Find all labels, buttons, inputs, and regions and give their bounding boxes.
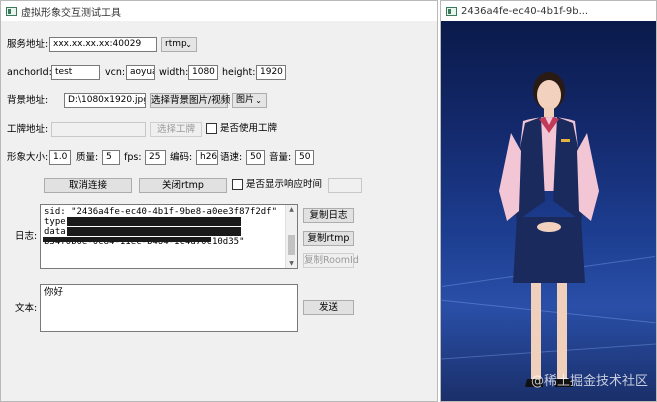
server-address-input[interactable]: xxx.xx.xx.xx:40029	[49, 37, 157, 52]
text-label: 文本:	[15, 303, 38, 314]
redaction-block	[43, 237, 211, 242]
window-title: 虚拟形象交互测试工具	[21, 7, 121, 19]
use-badge-label: 是否使用工牌	[220, 123, 278, 134]
video-window: 2436a4fe-ec40-4b1f-9b... @稀土掘金技术社区	[440, 0, 657, 402]
main-titlebar: 虚拟形象交互测试工具	[1, 1, 437, 21]
fps-input[interactable]: 25	[145, 150, 166, 165]
close-rtmp-button[interactable]: 关闭rtmp	[139, 178, 227, 193]
scroll-down-icon[interactable]: ▼	[286, 259, 297, 268]
redaction-block	[67, 217, 241, 226]
main-window: 虚拟形象交互测试工具 服务地址: xxx.xx.xx.xx:40029 rtmp…	[0, 0, 438, 402]
text-input[interactable]: 你好	[40, 284, 298, 332]
copy-log-button[interactable]: 复制日志	[303, 208, 354, 223]
log-line: sid: "2436a4fe-ec40-4b1f-9be8-a0ee3f87f2…	[44, 207, 277, 217]
background-label: 背景地址:	[7, 95, 49, 106]
speed-label: 语速:	[220, 152, 243, 163]
watermark: @稀土掘金技术社区	[530, 374, 648, 389]
copy-roomid-button[interactable]: 复制RoomId	[303, 253, 359, 268]
quality-label: 质量:	[76, 152, 99, 163]
vcn-input[interactable]: aoyuan	[126, 65, 155, 80]
avatar-size-input[interactable]: 1.0	[49, 150, 71, 165]
show-response-time-label: 是否显示响应时间	[246, 179, 323, 190]
background-type-select[interactable]: 图片 ⌄	[232, 93, 267, 108]
protocol-select[interactable]: rtmp ⌄	[161, 37, 197, 52]
scroll-up-icon[interactable]: ▲	[286, 205, 297, 214]
volume-input[interactable]: 50	[295, 150, 314, 165]
fps-label: fps:	[124, 152, 142, 163]
background-type-value: 图片	[236, 95, 255, 105]
width-input[interactable]: 1080	[188, 65, 218, 80]
width-label: width:	[159, 67, 189, 78]
anchor-id-input[interactable]: test	[51, 65, 100, 80]
send-button[interactable]: 发送	[303, 300, 354, 315]
log-scrollbar[interactable]: ▲ ▼	[285, 205, 297, 268]
chevron-down-icon: ⌄	[255, 96, 262, 105]
app-icon	[6, 6, 17, 16]
app-icon	[446, 6, 457, 16]
protocol-value: rtmp	[165, 39, 187, 49]
choose-background-button[interactable]: 选择背景图片/视频	[150, 93, 230, 108]
avatar-figure	[499, 72, 599, 387]
quality-input[interactable]: 5	[102, 150, 120, 165]
height-input[interactable]: 1920	[256, 65, 286, 80]
copy-rtmp-button[interactable]: 复制rtmp	[303, 231, 354, 246]
badge-path-input[interactable]	[51, 122, 146, 137]
server-label: 服务地址:	[7, 39, 49, 50]
background-path-input[interactable]: D:\1080x1920.jpg	[64, 93, 146, 108]
redaction-block	[67, 227, 241, 236]
badge-label: 工牌地址:	[7, 124, 49, 135]
anchor-label: anchorId:	[7, 67, 52, 78]
response-time-display	[328, 178, 362, 193]
log-scrollbar-thumb[interactable]	[288, 235, 295, 255]
video-titlebar: 2436a4fe-ec40-4b1f-9b...	[441, 1, 656, 21]
height-label: height:	[222, 67, 256, 78]
log-label: 日志:	[15, 231, 38, 242]
codec-label: 编码:	[170, 152, 193, 163]
show-response-time-checkbox[interactable]	[232, 179, 243, 190]
use-badge-checkbox[interactable]	[206, 123, 217, 134]
vcn-label: vcn:	[105, 67, 126, 78]
chevron-down-icon: ⌄	[185, 40, 192, 49]
avatar-size-label: 形象大小:	[7, 152, 49, 163]
choose-badge-button[interactable]: 选择工牌	[150, 122, 202, 137]
volume-label: 音量:	[269, 152, 292, 163]
codec-input[interactable]: h264	[196, 150, 218, 165]
speed-input[interactable]: 50	[246, 150, 265, 165]
cancel-connect-button[interactable]: 取消连接	[44, 178, 132, 193]
avatar-video: @稀土掘金技术社区	[441, 21, 656, 401]
video-window-title: 2436a4fe-ec40-4b1f-9b...	[461, 5, 589, 17]
